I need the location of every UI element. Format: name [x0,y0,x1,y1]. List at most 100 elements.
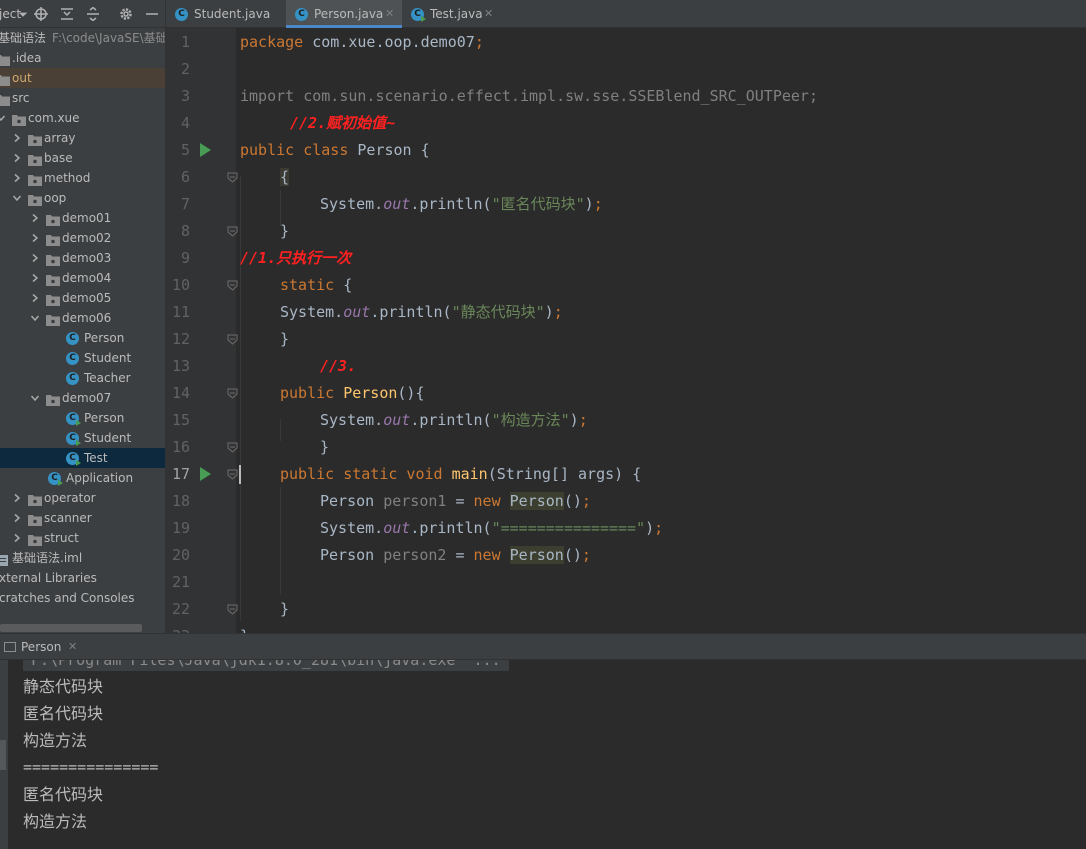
line-number: 14 [171,384,190,402]
chevron-right-icon[interactable] [12,528,22,548]
close-icon[interactable]: ✕ [68,634,77,660]
tree-item-teacher[interactable]: C Teacher [0,368,165,388]
tree-item-demo01[interactable]: demo01 [0,208,165,228]
line-number: 15 [171,411,190,429]
tree-item-idea[interactable]: .idea [0,48,165,68]
line-number: 16 [171,438,190,456]
editor-tab-bar: C Student.java C Person.java ✕ C Test.ja… [166,0,1086,28]
line-number: 4 [180,114,190,132]
tree-item-label: demo02 [62,231,112,245]
line-number: 9 [180,249,190,267]
tree-item-src[interactable]: src [0,88,165,108]
code-editor[interactable]: 1234567891011121314151617181920212223 pa… [166,28,1086,633]
tab-student-java[interactable]: C Student.java [166,0,286,28]
package-icon [28,132,42,146]
run-gutter-icon[interactable] [200,467,211,481]
close-icon[interactable]: ✕ [484,0,493,28]
fold-marker-icon[interactable] [227,172,238,183]
package-icon [28,192,42,206]
package-icon [46,392,60,406]
tree-item-method[interactable]: method [0,168,165,188]
tree-item-cratches-and-consoles[interactable]: cratches and Consoles [0,588,165,608]
chevron-right-icon[interactable] [30,228,40,248]
dropdown-caret-icon[interactable] [14,5,31,22]
tree-item-demo02[interactable]: demo02 [0,228,165,248]
line-number: 10 [171,276,190,294]
tree-item-oop[interactable]: oop [0,188,165,208]
fold-marker-icon[interactable] [227,334,238,345]
line-number: 21 [171,573,190,591]
java-class-icon: C [66,412,81,426]
tree-item-base[interactable]: base [0,148,165,168]
tree-item-out[interactable]: out [0,68,165,88]
line-number: 3 [180,87,190,105]
horizontal-scrollbar[interactable] [0,624,142,632]
tree-item-array[interactable]: array [0,128,165,148]
chevron-right-icon[interactable] [30,248,40,268]
code-line-20: Person person2 = new Person(); [320,546,591,564]
tree-item-com-xue[interactable]: com.xue [0,108,165,128]
chevron-right-icon[interactable] [12,168,22,188]
package-icon [28,172,42,186]
code-line-10: static { [280,276,353,294]
expand-all-icon[interactable] [58,5,75,22]
tree-item-test[interactable]: C Test [0,448,165,468]
gear-icon[interactable] [117,5,134,22]
tree-item-label: demo06 [62,311,112,325]
tree-item-student[interactable]: C Student [0,428,165,448]
tree-item-iml[interactable]: 基础语法.iml [0,548,165,568]
fold-marker-icon[interactable] [227,226,238,237]
tree-item-xternal-libraries[interactable]: xternal Libraries [0,568,165,588]
collapse-all-icon[interactable] [84,5,101,22]
project-root-name: 基础语法 [0,31,47,45]
tree-item-person[interactable]: C Person [0,328,165,348]
tree-item-operator[interactable]: operator [0,488,165,508]
close-icon[interactable]: ✕ [385,0,394,28]
tree-item-label: demo03 [62,251,112,265]
fold-marker-icon[interactable] [227,280,238,291]
console-command-line[interactable]: F:\Program Files\Java\jdk1.8.0_281\bin\j… [23,660,509,671]
tree-item-struct[interactable]: struct [0,528,165,548]
chevron-down-icon[interactable] [30,388,40,408]
tree-item-demo03[interactable]: demo03 [0,248,165,268]
chevron-right-icon[interactable] [12,488,22,508]
chevron-down-icon[interactable] [12,188,22,208]
fold-marker-icon[interactable] [227,442,238,453]
project-root[interactable]: 基础语法 F:\code\JavaSE\基础 [0,28,165,48]
run-gutter-icon[interactable] [200,143,211,157]
line-number: 7 [180,195,190,213]
chevron-right-icon[interactable] [12,148,22,168]
tree-item-label: out [12,71,32,85]
chevron-right-icon[interactable] [12,128,22,148]
tree-item-person[interactable]: C Person [0,408,165,428]
tree-item-application[interactable]: C Application [0,468,165,488]
code-line-11: System.out.println("静态代码块"); [280,303,563,321]
chevron-right-icon[interactable] [30,288,40,308]
console-output[interactable]: F:\Program Files\Java\jdk1.8.0_281\bin\j… [0,660,1086,849]
tab-person-java[interactable]: C Person.java ✕ [286,0,402,28]
tab-test-java[interactable]: C Test.java ✕ [402,0,502,28]
fold-marker-icon[interactable] [227,388,238,399]
chevron-down-icon[interactable] [0,108,6,128]
chevron-right-icon[interactable] [12,508,22,528]
tree-item-demo04[interactable]: demo04 [0,268,165,288]
minimize-icon[interactable] [143,5,160,22]
console-line: 匿名代码块 [23,785,104,804]
chevron-right-icon[interactable] [30,208,40,228]
chevron-right-icon[interactable] [30,268,40,288]
tree-item-demo05[interactable]: demo05 [0,288,165,308]
chevron-down-icon[interactable] [30,308,40,328]
tree-item-label: demo04 [62,271,112,285]
fold-marker-icon[interactable] [227,469,238,480]
tree-item-scanner[interactable]: scanner [0,508,165,528]
java-class-icon: C [66,452,81,466]
tree-item-demo06[interactable]: demo06 [0,308,165,328]
comment-three: //3. [320,357,357,375]
comment-execute-once: //1.只执行一次 [240,249,352,267]
tree-item-demo07[interactable]: demo07 [0,388,165,408]
fold-marker-icon[interactable] [227,604,238,615]
package-icon [46,232,60,246]
locate-target-icon[interactable] [32,5,49,22]
tree-item-student[interactable]: C Student [0,348,165,368]
side-toolbar-handle[interactable] [0,740,6,770]
